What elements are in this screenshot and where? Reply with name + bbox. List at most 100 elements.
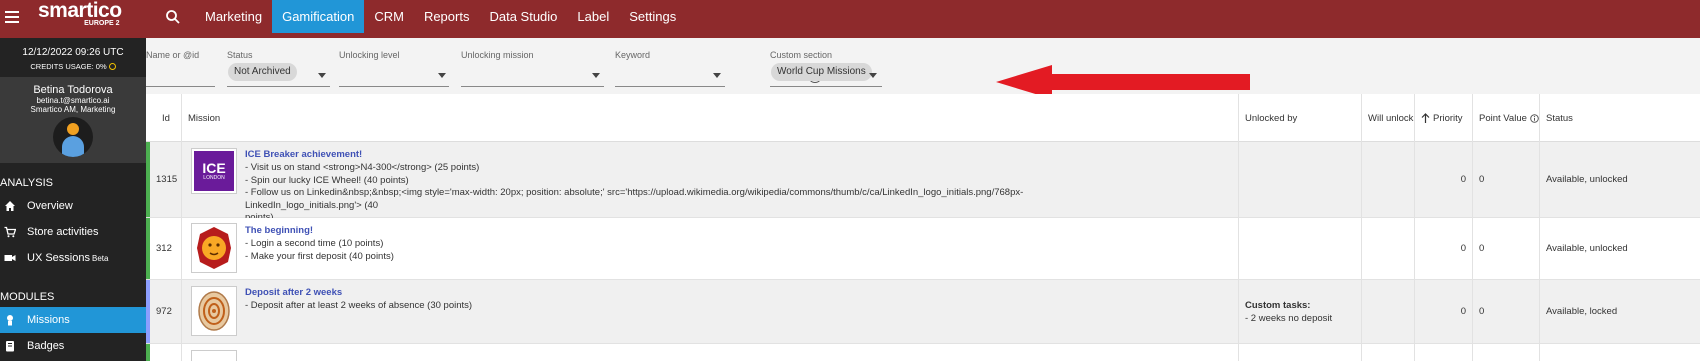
sidebar-item-ux-sessions[interactable]: UX Sessions Beta (0, 245, 146, 271)
priority-label: Priority (1433, 112, 1463, 124)
spiral-coin-icon (198, 291, 230, 331)
mission-cell: ICE LONDON ICE Breaker achievement! - Vi… (182, 142, 1239, 223)
sidebar-item-label: Missions (27, 314, 70, 326)
will-unlock-cell (1362, 142, 1415, 217)
lion-emblem-icon (197, 227, 231, 269)
user-role: Smartico AM, Marketing (30, 105, 116, 114)
nav-gamification[interactable]: Gamification (272, 0, 365, 33)
name-filter-label: Name or @id (146, 50, 200, 60)
sidebar-item-badges[interactable]: Badges (0, 333, 146, 359)
point-value-cell: 0 (1473, 142, 1540, 217)
unlocking-mission-label: Unlocking mission (461, 50, 534, 60)
row-id: 1315 (146, 142, 182, 217)
status-cell: Available, unlocked (1546, 243, 1628, 254)
chevron-down-icon[interactable] (869, 73, 877, 78)
avatar[interactable] (53, 117, 93, 157)
mission-title-link[interactable]: ICE Breaker achievement! (245, 149, 362, 160)
credits-usage: CREDITS USAGE: 0% (0, 62, 146, 78)
section-modules: MODULES (0, 291, 55, 303)
row-id: 972 (146, 280, 182, 343)
sidebar-item-store-activities[interactable]: Store activities (0, 219, 146, 245)
status-cell: Available, locked (1546, 306, 1618, 317)
sort-ascending-icon (1421, 113, 1430, 123)
table-row[interactable]: 972 Deposit after 2 weeks - Deposit afte… (146, 280, 1700, 344)
point-value-cell: 0 (1473, 218, 1540, 279)
home-icon (5, 201, 15, 211)
table-row[interactable] (146, 344, 1700, 361)
unlocked-by-task: - 2 weeks no deposit (1245, 313, 1333, 324)
cart-icon (4, 226, 16, 238)
mission-task: - Login a second time (10 points) (245, 238, 384, 249)
mission-title-link[interactable]: Deposit after 2 weeks (245, 287, 342, 298)
sidebar-item-label: UX Sessions (27, 252, 90, 264)
section-analysis: ANALYSIS (0, 177, 53, 189)
unlocking-level-label: Unlocking level (339, 50, 400, 60)
custom-section-underline (770, 86, 882, 87)
chevron-down-icon[interactable] (318, 73, 326, 78)
nav-marketing[interactable]: Marketing (195, 0, 272, 33)
priority-cell (1415, 344, 1473, 361)
info-icon[interactable] (1530, 113, 1539, 123)
brand-name: smartico (38, 0, 122, 22)
keyword-underline (615, 86, 725, 87)
mission-description: - Visit us on stand <strong>N4-300</stro… (245, 162, 1135, 225)
mission-cell: Deposit after 2 weeks - Deposit after at… (182, 280, 1239, 343)
unlocking-level-underline (339, 86, 449, 87)
sidebar-item-label: Store activities (27, 226, 99, 238)
nav-settings[interactable]: Settings (619, 0, 686, 33)
video-camera-icon (4, 255, 16, 261)
table-row[interactable]: 312 The beginning! - Login a second time… (146, 218, 1700, 280)
chevron-down-icon[interactable] (592, 73, 600, 78)
main-nav: Marketing Gamification CRM Reports Data … (195, 0, 686, 33)
status-filter-label: Status (227, 50, 253, 60)
mission-title-link[interactable]: The beginning! (245, 225, 313, 236)
beta-badge: Beta (91, 253, 109, 263)
column-header-priority[interactable]: Priority (1415, 94, 1473, 142)
ice-logo-subtext: LONDON (203, 175, 225, 181)
mission-image: ICE LONDON (191, 148, 237, 194)
credits-usage-text: CREDITS USAGE: 0% (30, 62, 107, 71)
table-row[interactable]: 1315 ICE LONDON ICE Breaker achievement!… (146, 142, 1700, 223)
status-chip[interactable]: Not Archived (228, 63, 297, 81)
user-panel[interactable]: Betina Todorova betina.t@smartico.ai Sma… (0, 78, 146, 163)
mission-task: - Deposit after at least 2 weeks of abse… (245, 300, 473, 311)
sidebar-item-label: Overview (27, 200, 73, 212)
point-value-label: Point Value (1479, 112, 1527, 124)
chevron-down-icon[interactable] (713, 73, 721, 78)
mission-icon (7, 315, 13, 326)
nav-crm[interactable]: CRM (364, 0, 414, 33)
mission-image (191, 286, 237, 336)
unlocking-mission-underline (461, 86, 604, 87)
column-header-point-value[interactable]: Point Value (1473, 94, 1540, 142)
column-header-status[interactable]: Status (1540, 94, 1700, 142)
row-id: 312 (146, 218, 182, 279)
mission-image (191, 350, 237, 361)
column-header-will-unlock[interactable]: Will unlock (1362, 94, 1415, 142)
search-icon[interactable] (165, 9, 181, 25)
will-unlock-cell (1362, 280, 1415, 343)
priority-cell: 0 (1415, 280, 1473, 343)
filters-bar: Name or @id Status Not Archived Unlockin… (146, 38, 1700, 99)
nav-data-studio[interactable]: Data Studio (479, 0, 567, 33)
mission-description: - Login a second time (10 points) - Make… (245, 238, 1135, 263)
unlocked-by-cell (1239, 142, 1362, 217)
keyword-label: Keyword (615, 50, 651, 60)
priority-cell: 0 (1415, 218, 1473, 279)
chevron-down-icon[interactable] (438, 73, 446, 78)
mission-task: - Make your first deposit (40 points) (245, 250, 394, 262)
sidebar-item-missions[interactable]: Missions (0, 307, 146, 333)
custom-section-chip[interactable]: World Cup Missions (771, 63, 872, 81)
mission-task: - Visit us on stand <strong>N4-300</stro… (245, 162, 480, 173)
mission-description: - Deposit after at least 2 weeks of abse… (245, 300, 1135, 313)
column-header-unlocked-by[interactable]: Unlocked by (1239, 94, 1362, 142)
menu-icon[interactable] (5, 11, 19, 23)
point-value-cell: 0 (1473, 280, 1540, 343)
column-header-mission[interactable]: Mission (182, 94, 1239, 142)
column-header-id[interactable]: Id (146, 94, 182, 142)
sidebar-item-overview[interactable]: Overview (0, 193, 146, 219)
custom-section-label: Custom section (770, 50, 833, 60)
sidebar: 12/12/2022 09:26 UTC CREDITS USAGE: 0% B… (0, 38, 146, 361)
nav-label[interactable]: Label (567, 0, 619, 33)
nav-reports[interactable]: Reports (414, 0, 480, 33)
logo[interactable]: smartico EUROPE 2 (38, 0, 122, 27)
